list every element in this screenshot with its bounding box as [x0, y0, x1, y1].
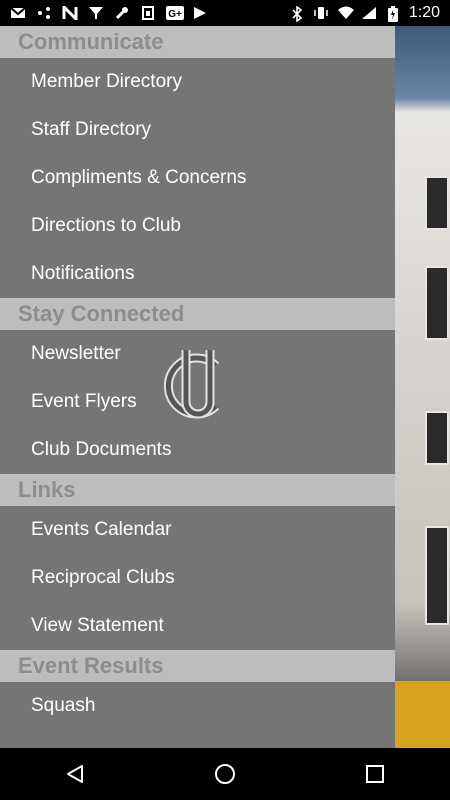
menu-item-member-directory[interactable]: Member Directory [0, 58, 395, 106]
taxi [395, 681, 450, 748]
window [425, 266, 449, 340]
battery-icon [385, 6, 401, 22]
section-title: Links [18, 477, 76, 502]
menu-item-compliments-concerns[interactable]: Compliments & Concerns [0, 154, 395, 202]
navigation-drawer: Communicate Member Directory Staff Direc… [0, 26, 395, 748]
menu-item-squash[interactable]: Squash [0, 682, 395, 730]
menu-item-label: Squash [31, 695, 96, 716]
menu-item-notifications[interactable]: Notifications [0, 250, 395, 298]
menu-item-club-documents[interactable]: Club Documents [0, 426, 395, 474]
section-header-communicate: Communicate [0, 26, 395, 58]
menu-item-label: Newsletter [31, 343, 121, 364]
section-header-event-results: Event Results [0, 650, 395, 682]
window [425, 176, 449, 230]
menu-item-label: Event Flyers [31, 391, 137, 412]
status-bar: G+ 1:20 [0, 0, 450, 26]
menu-item-directions-to-club[interactable]: Directions to Club [0, 202, 395, 250]
menu-item-label: Directions to Club [31, 215, 181, 236]
n-logo-icon [62, 3, 78, 23]
gmail-icon [10, 6, 26, 20]
menu-item-label: Events Calendar [31, 519, 172, 540]
menu-item-label: Compliments & Concerns [31, 167, 247, 188]
menu-item-reciprocal-clubs[interactable]: Reciprocal Clubs [0, 554, 395, 602]
system-icons: 1:20 [289, 4, 450, 23]
wrench-icon [114, 6, 130, 20]
menu-item-label: Club Documents [31, 439, 172, 460]
menu-item-label: Member Directory [31, 71, 182, 92]
menu-item-label: Reciprocal Clubs [31, 567, 175, 588]
menu-item-label: Staff Directory [31, 119, 152, 140]
bluetooth-icon [289, 5, 305, 23]
menu-item-staff-directory[interactable]: Staff Directory [0, 106, 395, 154]
section-title: Communicate [18, 29, 164, 54]
section-title: Stay Connected [18, 301, 185, 326]
back-icon [67, 765, 83, 783]
google-plus-icon: G+ [166, 6, 184, 20]
wifi-icon [337, 6, 354, 20]
window [425, 526, 449, 625]
menu-item-label: View Statement [31, 615, 164, 636]
section-header-links: Links [0, 474, 395, 506]
section-header-stay-connected: Stay Connected [0, 298, 395, 330]
menu-item-events-calendar[interactable]: Events Calendar [0, 506, 395, 554]
vibrate-icon [313, 6, 329, 20]
recents-icon [366, 765, 384, 783]
notification-icons: G+ [0, 3, 208, 23]
menu-item-view-statement[interactable]: View Statement [0, 602, 395, 650]
building-photo [395, 26, 450, 748]
back-button[interactable] [55, 754, 95, 794]
signal-icon [361, 6, 377, 20]
section-title: Event Results [18, 653, 164, 678]
cup-icon [88, 6, 104, 20]
system-navigation-bar [0, 748, 450, 800]
menu-item-label: Notifications [31, 263, 135, 284]
play-icon [192, 6, 208, 20]
nodes-icon [36, 6, 52, 20]
home-button[interactable] [205, 754, 245, 794]
app-content: Communicate Member Directory Staff Direc… [0, 26, 450, 748]
svg-text:G+: G+ [168, 9, 182, 20]
club-logo-icon [158, 346, 238, 426]
clock: 1:20 [408, 4, 440, 21]
window [425, 411, 449, 465]
recents-button[interactable] [355, 754, 395, 794]
home-icon [215, 764, 235, 784]
sim-icon [140, 6, 156, 20]
